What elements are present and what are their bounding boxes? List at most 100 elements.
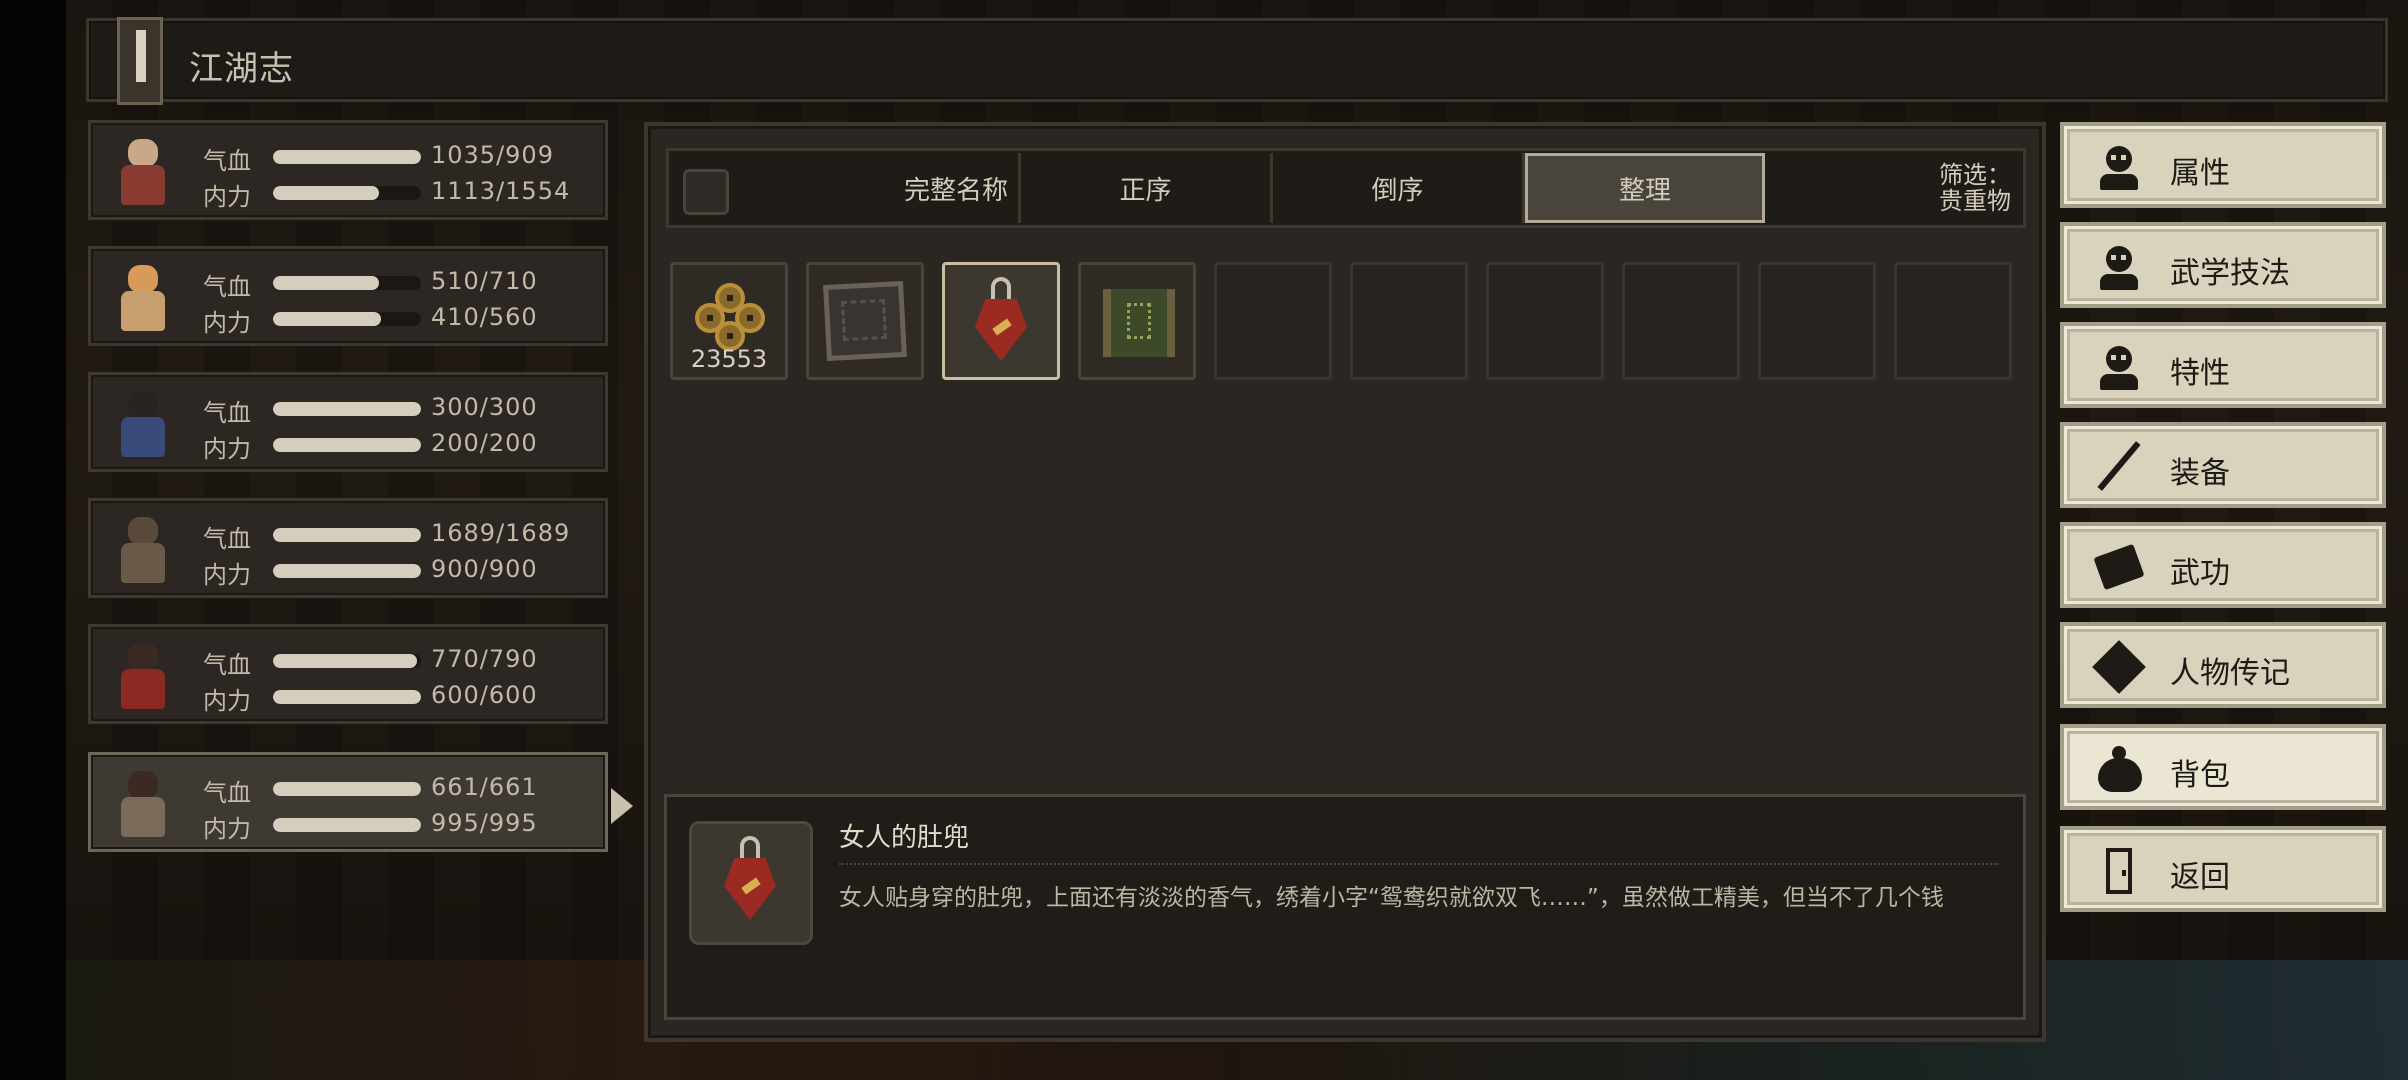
hp-row: 气血 1689/1689 <box>203 519 603 553</box>
hp-bar <box>273 276 421 290</box>
inventory-slot-10[interactable] <box>1894 262 2012 380</box>
full-name-checkbox[interactable] <box>683 169 729 215</box>
inventory-slot-8[interactable] <box>1622 262 1740 380</box>
book-icon <box>2093 540 2145 592</box>
character-card-1[interactable]: 气血 1035/909 内力 1113/1554 <box>88 120 608 220</box>
mp-value: 200/200 <box>431 429 538 457</box>
tab-organize[interactable]: 整理 <box>1525 153 1765 223</box>
menu-label: 返回 <box>2170 860 2230 895</box>
tab-filter[interactable]: 筛选： 贵重物 <box>1765 153 2023 223</box>
mp-label: 内力 <box>203 435 251 463</box>
menu-traits-button[interactable]: 特性 <box>2060 322 2386 408</box>
sword-icon <box>2094 440 2142 492</box>
inventory-slot-2[interactable] <box>806 262 924 380</box>
inventory-slot-9[interactable] <box>1758 262 1876 380</box>
character-card-4[interactable]: 气血 1689/1689 内力 900/900 <box>88 498 608 598</box>
hp-value: 1035/909 <box>431 141 554 169</box>
left-letterbox <box>0 0 66 1080</box>
tab-full-name[interactable]: 完整名称 <box>669 153 1021 223</box>
character-avatar <box>101 131 185 215</box>
menu-label: 人物传记 <box>2170 656 2290 691</box>
hp-label: 气血 <box>203 525 251 553</box>
mp-value: 900/900 <box>431 555 538 583</box>
inventory-slot-5[interactable] <box>1214 262 1332 380</box>
hp-bar <box>273 402 421 416</box>
character-avatar <box>101 509 185 593</box>
detail-divider <box>839 863 1999 865</box>
hp-value: 770/790 <box>431 645 538 673</box>
mp-value: 1113/1554 <box>431 177 571 205</box>
selected-character-arrow-icon <box>611 788 633 824</box>
menu-kungfu-button[interactable]: 武功 <box>2060 522 2386 608</box>
mp-row: 内力 410/560 <box>203 303 603 337</box>
character-card-2[interactable]: 气血 510/710 内力 410/560 <box>88 246 608 346</box>
character-card-6[interactable]: 气血 661/661 内力 995/995 <box>88 752 608 852</box>
green-scroll-icon <box>1103 289 1175 357</box>
mp-label: 内力 <box>203 183 251 211</box>
mp-row: 内力 200/200 <box>203 429 603 463</box>
door-icon <box>2094 844 2142 896</box>
menu-bag-button[interactable]: 背包 <box>2060 724 2386 810</box>
character-card-3[interactable]: 气血 300/300 内力 200/200 <box>88 372 608 472</box>
tab-organize-label: 整理 <box>1618 175 1671 206</box>
mp-value: 410/560 <box>431 303 538 331</box>
treasure-map-icon <box>823 280 907 362</box>
hp-label: 气血 <box>203 651 251 679</box>
mp-row: 内力 1113/1554 <box>203 177 603 211</box>
person-icon <box>2094 140 2142 192</box>
inventory-slot-1[interactable]: 23553 <box>670 262 788 380</box>
person-heart-icon <box>2094 340 2142 392</box>
menu-biography-button[interactable]: 人物传记 <box>2060 622 2386 708</box>
tab-descending[interactable]: 倒序 <box>1273 153 1525 223</box>
menu-label: 装备 <box>2170 456 2230 491</box>
character-card-5[interactable]: 气血 770/790 内力 600/600 <box>88 624 608 724</box>
mp-label: 内力 <box>203 561 251 589</box>
mp-value: 600/600 <box>431 681 538 709</box>
item-description: 女人贴身穿的肚兜，上面还有淡淡的香气，绣着小字“鸳鸯织就欲双飞……”，虽然做工精… <box>839 885 1944 911</box>
menu-label: 背包 <box>2170 758 2230 793</box>
person-sparkle-icon <box>2094 240 2142 292</box>
filter-label: 筛选： <box>1939 161 2011 189</box>
bag-icon <box>2094 742 2142 794</box>
hp-row: 气血 300/300 <box>203 393 603 427</box>
item-detail-panel: 女人的肚兜 女人贴身穿的肚兜，上面还有淡淡的香气，绣着小字“鸳鸯织就欲双飞……”… <box>664 794 2026 1020</box>
hp-value: 1689/1689 <box>431 519 571 547</box>
character-avatar <box>101 763 185 847</box>
inventory-slot-3[interactable] <box>942 262 1060 380</box>
menu-equipment-button[interactable]: 装备 <box>2060 422 2386 508</box>
inventory-slot-6[interactable] <box>1350 262 1468 380</box>
menu-label: 属性 <box>2170 156 2230 191</box>
inventory-slot-4[interactable] <box>1078 262 1196 380</box>
tab-descending-label: 倒序 <box>1371 175 1424 206</box>
menu-label: 武功 <box>2170 556 2230 591</box>
biography-icon <box>2092 640 2146 694</box>
detail-item-icon <box>689 821 813 945</box>
hp-bar <box>273 782 421 796</box>
hp-bar <box>273 528 421 542</box>
menu-attributes-button[interactable]: 属性 <box>2060 122 2386 208</box>
menu-return-button[interactable]: 返回 <box>2060 826 2386 912</box>
item-name: 女人的肚兜 <box>839 823 970 853</box>
hp-bar <box>273 150 421 164</box>
hp-row: 气血 510/710 <box>203 267 603 301</box>
hp-value: 661/661 <box>431 773 538 801</box>
menu-label: 武学技法 <box>2170 256 2290 291</box>
hp-row: 气血 661/661 <box>203 773 603 807</box>
mp-label: 内力 <box>203 309 251 337</box>
sort-tab-bar: 完整名称 正序 倒序 整理 筛选： 贵重物 <box>666 148 2026 228</box>
tab-ascending[interactable]: 正序 <box>1021 153 1273 223</box>
inventory-slot-7[interactable] <box>1486 262 1604 380</box>
hp-bar <box>273 654 421 668</box>
hp-value: 510/710 <box>431 267 538 295</box>
hp-value: 300/300 <box>431 393 538 421</box>
menu-martial-skills-button[interactable]: 武学技法 <box>2060 222 2386 308</box>
mp-bar <box>273 690 421 704</box>
hp-label: 气血 <box>203 273 251 301</box>
hp-row: 气血 1035/909 <box>203 141 603 175</box>
item-count: 23553 <box>690 345 768 373</box>
mp-bar <box>273 312 421 326</box>
mp-bar <box>273 564 421 578</box>
mp-label: 内力 <box>203 687 251 715</box>
tab-full-name-label: 完整名称 <box>903 175 1008 206</box>
mp-row: 内力 995/995 <box>203 809 603 843</box>
